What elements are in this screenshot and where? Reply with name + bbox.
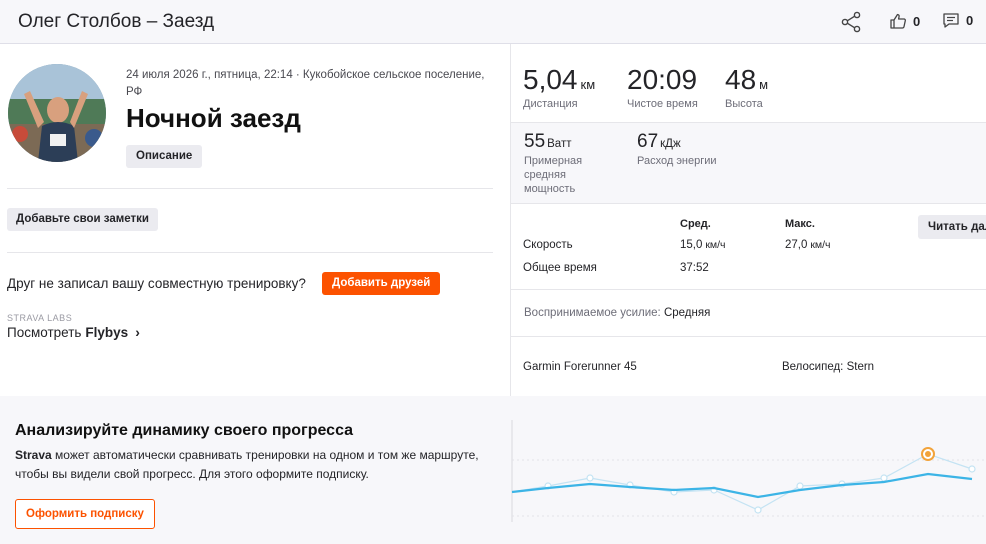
comment-icon <box>943 13 959 28</box>
comments-count: 0 <box>966 13 974 28</box>
divider <box>511 289 986 290</box>
promo-title: Анализируйте динамику своего прогресса <box>15 422 354 439</box>
activity-meta: 24 июля 2026 г., пятница, 22:14 · Кукобо… <box>126 69 485 98</box>
chevron-right-icon: › <box>135 324 140 340</box>
flybys-label: Flybys <box>85 324 129 340</box>
power-unit: Ватт <box>547 138 572 150</box>
activity-name: Ночной заезд <box>126 103 301 133</box>
device-name: Garmin Forerunner 45 <box>523 361 637 373</box>
moving-time-value: 20:09 <box>627 64 698 95</box>
perceived-effort: Воспринимаемое усилие: Средняя <box>524 307 710 319</box>
share-icon[interactable] <box>840 11 862 33</box>
elevation-label: Высота <box>725 98 763 110</box>
sparkline-highlight-dot <box>925 451 931 457</box>
effort-value: Средняя <box>663 307 711 319</box>
bike-info: Велосипед: Stern <box>782 361 874 373</box>
stat-power: 55 Ватт Примерная средняя мощность <box>524 131 619 196</box>
divider <box>7 188 493 189</box>
thumbs-up-icon <box>890 13 906 29</box>
divider <box>511 336 986 337</box>
kudos-button[interactable]: 0 <box>889 12 920 30</box>
total-time-label: Общее время <box>523 262 597 274</box>
stat-elevation: 48 м Высота <box>725 64 768 110</box>
energy-unit: кДж <box>660 138 681 150</box>
distance-unit: км <box>580 77 596 92</box>
divider <box>7 252 493 253</box>
page-header: Олег Столбов – Заезд 0 0 <box>0 0 986 44</box>
effort-label: Воспринимаемое усилие: <box>524 307 661 319</box>
sparkline-line <box>511 472 973 499</box>
avatar[interactable] <box>8 64 106 162</box>
flybys-link[interactable]: Посмотреть Flybys › <box>7 324 140 340</box>
power-value: 55 <box>524 131 546 152</box>
distance-label: Дистанция <box>523 98 578 110</box>
stat-distance: 5,04 км Дистанция <box>523 64 595 110</box>
sparkline-faint-line <box>511 453 973 511</box>
flybys-prefix: Посмотреть <box>7 324 82 340</box>
speed-max: 27,0 км/ч <box>785 239 831 251</box>
distance-value: 5,04 <box>523 64 578 95</box>
energy-label: Расход энергии <box>637 155 717 167</box>
promo-text: Strava может автоматически сравнивать тр… <box>15 448 479 481</box>
kudos-count: 0 <box>913 13 921 29</box>
speed-avg: 15,0 км/ч <box>680 239 726 251</box>
comments-button[interactable]: 0 <box>942 12 973 29</box>
page-title: Олег Столбов – Заезд <box>18 11 215 32</box>
power-label: Примерная средняя мощность <box>524 155 583 195</box>
friend-prompt: Друг не записал вашу совместную трениров… <box>7 276 306 291</box>
add-notes-button[interactable]: Добавьте свои заметки <box>7 208 158 231</box>
progress-sparkline <box>511 420 986 522</box>
sparkline-points <box>544 465 976 514</box>
strava-labs-label: STRAVA LABS <box>7 313 73 323</box>
max-header: Макс. <box>785 218 815 230</box>
elevation-value: 48 <box>725 64 757 95</box>
bike-value: Stern <box>846 361 875 373</box>
stat-energy: 67 кДж Расход энергии <box>637 131 717 168</box>
avg-header: Сред. <box>680 218 711 230</box>
speed-label: Скорость <box>523 239 573 251</box>
bike-label: Велосипед: <box>782 361 844 373</box>
energy-value: 67 <box>637 131 659 152</box>
stat-moving-time: 20:09 Чистое время <box>627 64 698 110</box>
moving-time-label: Чистое время <box>627 98 698 110</box>
total-time-value: 37:52 <box>680 262 709 274</box>
elevation-unit: м <box>759 77 769 92</box>
read-more-button[interactable]: Читать далее <box>918 215 986 239</box>
description-button[interactable]: Описание <box>126 145 203 168</box>
add-friends-button[interactable]: Добавить друзей <box>322 272 441 295</box>
subscribe-button[interactable]: Оформить подписку <box>15 499 155 529</box>
column-divider <box>510 44 511 396</box>
